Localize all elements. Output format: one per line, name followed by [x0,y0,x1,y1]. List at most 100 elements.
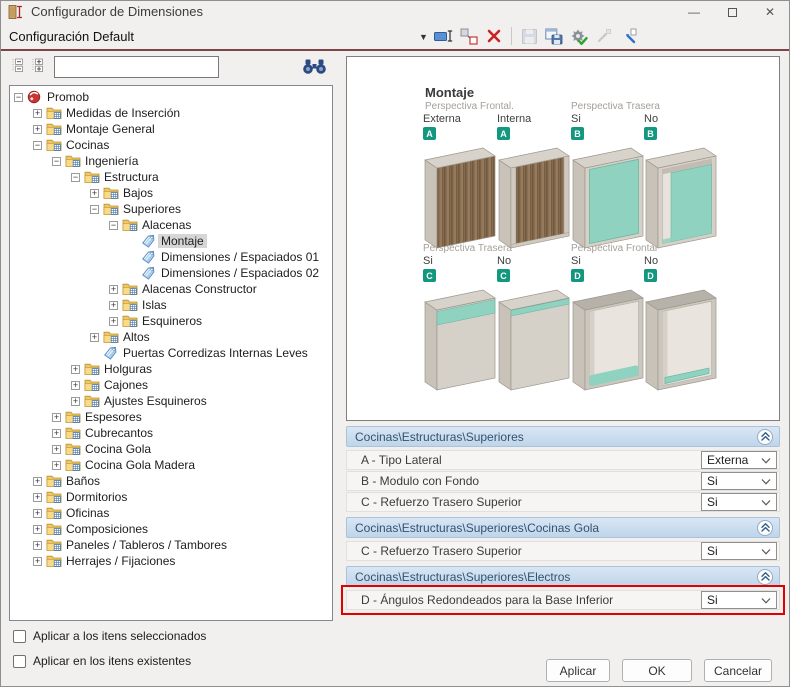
search-binoculars-icon[interactable] [302,58,327,80]
tree-item[interactable]: +Dormitorios [10,489,332,505]
property-groups: Cocinas\Estructuras\SuperioresA - Tipo L… [346,426,780,615]
tree-item[interactable]: +Cajones [10,377,332,393]
property-dropdown[interactable]: Si [701,542,777,560]
export-config-icon[interactable] [543,25,565,47]
property-group-header[interactable]: Cocinas\Estructuras\Superiores\Cocinas G… [346,517,780,538]
tree-item[interactable]: Dimensiones / Espaciados 01 [10,249,332,265]
tree-item[interactable]: +Alacenas Constructor [10,281,332,297]
tree-item-label: Dimensiones / Espaciados 01 [158,250,322,264]
expand-all-icon[interactable] [31,58,46,78]
tree-item[interactable]: −Promob [10,89,332,105]
property-group: Cocinas\Estructuras\Superiores\ElectrosD… [346,566,780,610]
checkbox-row-existing-items[interactable]: Aplicar en los itens existentes [13,654,191,668]
save-icon[interactable] [518,25,540,47]
property-dropdown[interactable]: Externa [701,451,777,469]
tree-item[interactable]: +Cocina Gola [10,441,332,457]
apply-existing-checkbox[interactable] [13,655,26,668]
close-button[interactable]: ✕ [751,1,789,23]
tree-expander-plus[interactable]: + [90,189,99,198]
tree-item[interactable]: + Medidas de Inserción [10,105,332,121]
property-value: Si [707,474,718,488]
tree-item[interactable]: Dimensiones / Espaciados 02 [10,265,332,281]
tree-item[interactable]: +Cubrecantos [10,425,332,441]
tree-expander-minus[interactable]: − [90,205,99,214]
tree-expander-plus[interactable]: + [52,445,61,454]
tree-item[interactable]: +Holguras [10,361,332,377]
collapse-group-button[interactable] [757,520,773,536]
tree-item[interactable]: +Oficinas [10,505,332,521]
maximize-button[interactable] [713,1,751,23]
tree-item[interactable]: −Estructura [10,169,332,185]
combobox-dropdown-arrow-icon[interactable]: ▼ [419,32,428,42]
property-dropdown[interactable]: Si [701,493,777,511]
config-toolbar [433,25,640,47]
minimize-button[interactable]: — [675,1,713,23]
tree-expander-plus[interactable]: + [33,493,42,502]
tree-item[interactable]: +Ajustes Esquineros [10,393,332,409]
collapse-group-button[interactable] [757,569,773,585]
tree-item[interactable]: +Cocina Gola Madera [10,457,332,473]
duplicate-icon[interactable] [458,25,480,47]
tree-expander-plus[interactable]: + [33,109,42,118]
checkbox-row-selected-items[interactable]: Aplicar a los itens seleccionados [13,629,206,643]
tree-expander-plus[interactable]: + [71,381,80,390]
tree-expander-plus[interactable]: + [52,429,61,438]
tree-expander-plus[interactable]: + [33,525,42,534]
tree-item[interactable]: −Ingeniería [10,153,332,169]
tree-item[interactable]: +Paneles / Tableros / Tambores [10,537,332,553]
tree-item[interactable]: +Altos [10,329,332,345]
tree-expander-plus[interactable]: + [52,413,61,422]
property-dropdown[interactable]: Si [701,472,777,490]
tree-item[interactable]: +Bajos [10,185,332,201]
tree-item[interactable]: +Herrajes / Fijaciones [10,553,332,569]
apply-selected-checkbox[interactable] [13,630,26,643]
apply-button[interactable]: Aplicar [546,659,610,682]
folder-icon [122,315,139,328]
tree-expander-plus[interactable]: + [33,477,42,486]
cancel-button[interactable]: Cancelar [704,659,772,682]
tree-expander-plus[interactable]: + [33,125,42,134]
property-group-header[interactable]: Cocinas\Estructuras\Superiores\Electros [346,566,780,587]
tree-item[interactable]: Montaje [10,233,332,249]
tree-expander-plus[interactable]: + [109,301,118,310]
property-group-header[interactable]: Cocinas\Estructuras\Superiores [346,426,780,447]
delete-icon[interactable] [483,25,505,47]
collapse-all-icon[interactable] [11,58,26,78]
tree-expander-minus[interactable]: − [14,93,23,102]
tree-item[interactable]: −Cocinas [10,137,332,153]
tree-item[interactable]: −Alacenas [10,217,332,233]
tree-item[interactable]: Puertas Corredizas Internas Leves [10,345,332,361]
export-arrow-icon[interactable] [618,25,640,47]
tree-expander-plus[interactable]: + [90,333,99,342]
tree-expander-minus[interactable]: − [109,221,118,230]
validate-config-icon[interactable] [568,25,590,47]
configuration-combobox[interactable]: Configuración Default [9,29,134,44]
tree-item[interactable]: +Islas [10,297,332,313]
tree-item[interactable]: +Montaje General [10,121,332,137]
variant-badge: D [644,269,657,282]
tree-item[interactable]: −Superiores [10,201,332,217]
ok-button[interactable]: OK [622,659,692,682]
tree-expander-plus[interactable]: + [33,509,42,518]
rename-icon[interactable] [433,25,455,47]
tree-item[interactable]: +Baños [10,473,332,489]
collapse-group-button[interactable] [757,429,773,445]
tree-expander-plus[interactable]: + [33,557,42,566]
tree-expander-plus[interactable]: + [52,461,61,470]
tree-search-input[interactable] [54,56,219,78]
tree-expander-minus[interactable]: − [33,141,42,150]
tree-expander-minus[interactable]: − [71,173,80,182]
separator-line [1,49,789,51]
import-arrow-icon[interactable] [593,25,615,47]
tree-expander-plus[interactable]: + [109,317,118,326]
tree-item[interactable]: +Esquineros [10,313,332,329]
tree-item-label: Medidas de Inserción [63,106,183,120]
tree-item[interactable]: +Espesores [10,409,332,425]
tree-expander-plus[interactable]: + [109,285,118,294]
property-dropdown[interactable]: Si [701,591,777,609]
tree-expander-plus[interactable]: + [71,397,80,406]
tree-expander-minus[interactable]: − [52,157,61,166]
tree-item[interactable]: +Composiciones [10,521,332,537]
tree-expander-plus[interactable]: + [71,365,80,374]
tree-expander-plus[interactable]: + [33,541,42,550]
